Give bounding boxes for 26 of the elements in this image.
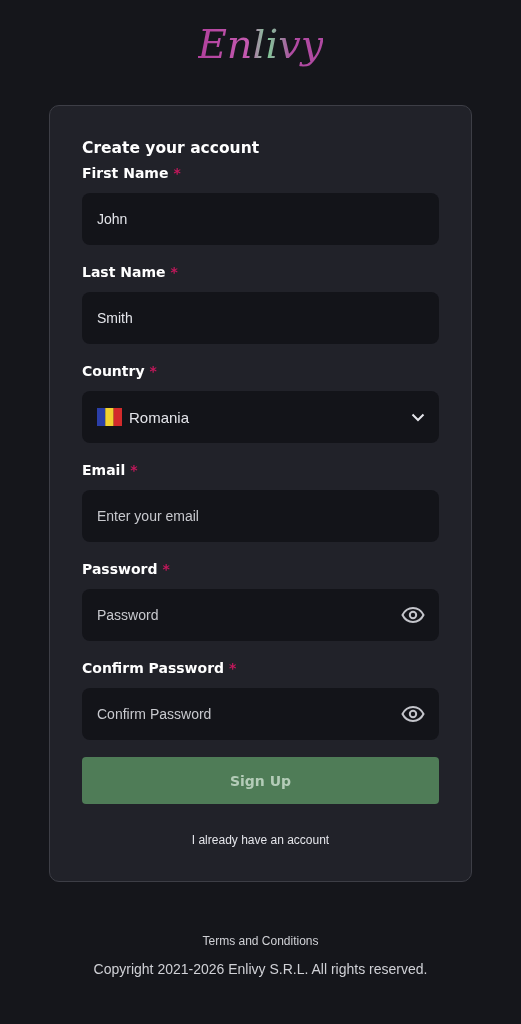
field-label: First Name: [82, 165, 169, 183]
eye-icon[interactable]: [401, 606, 425, 624]
field-label: Password: [82, 561, 158, 579]
required-mark: *: [162, 561, 170, 579]
chevron-down-icon: [411, 412, 425, 422]
country-select[interactable]: Romania: [82, 391, 439, 443]
required-mark: *: [170, 264, 178, 282]
field-label: Confirm Password: [82, 660, 225, 678]
field-label: Country: [82, 363, 145, 381]
input-field[interactable]: Enter your email: [82, 490, 439, 542]
eye-icon[interactable]: [401, 705, 425, 723]
flag-icon: [97, 408, 122, 426]
password-field[interactable]: Password: [82, 589, 439, 641]
terms-link[interactable]: Terms and Conditions: [202, 934, 319, 948]
form-title: Create your account: [82, 139, 261, 157]
copyright-text: Copyright 2021-2026 Enlivy S.R.L. All rights reserved.: [93, 961, 428, 977]
login-link[interactable]: I already have an account: [191, 833, 330, 847]
password-field[interactable]: Confirm Password: [82, 688, 439, 740]
required-mark: *: [149, 363, 157, 381]
input-field[interactable]: John: [82, 193, 439, 245]
required-mark: *: [229, 660, 237, 678]
field-label: Last Name: [82, 264, 166, 282]
required-mark: *: [173, 165, 181, 183]
required-mark: *: [130, 462, 138, 480]
input-field[interactable]: Smith: [82, 292, 439, 344]
field-label: Email: [82, 462, 126, 480]
